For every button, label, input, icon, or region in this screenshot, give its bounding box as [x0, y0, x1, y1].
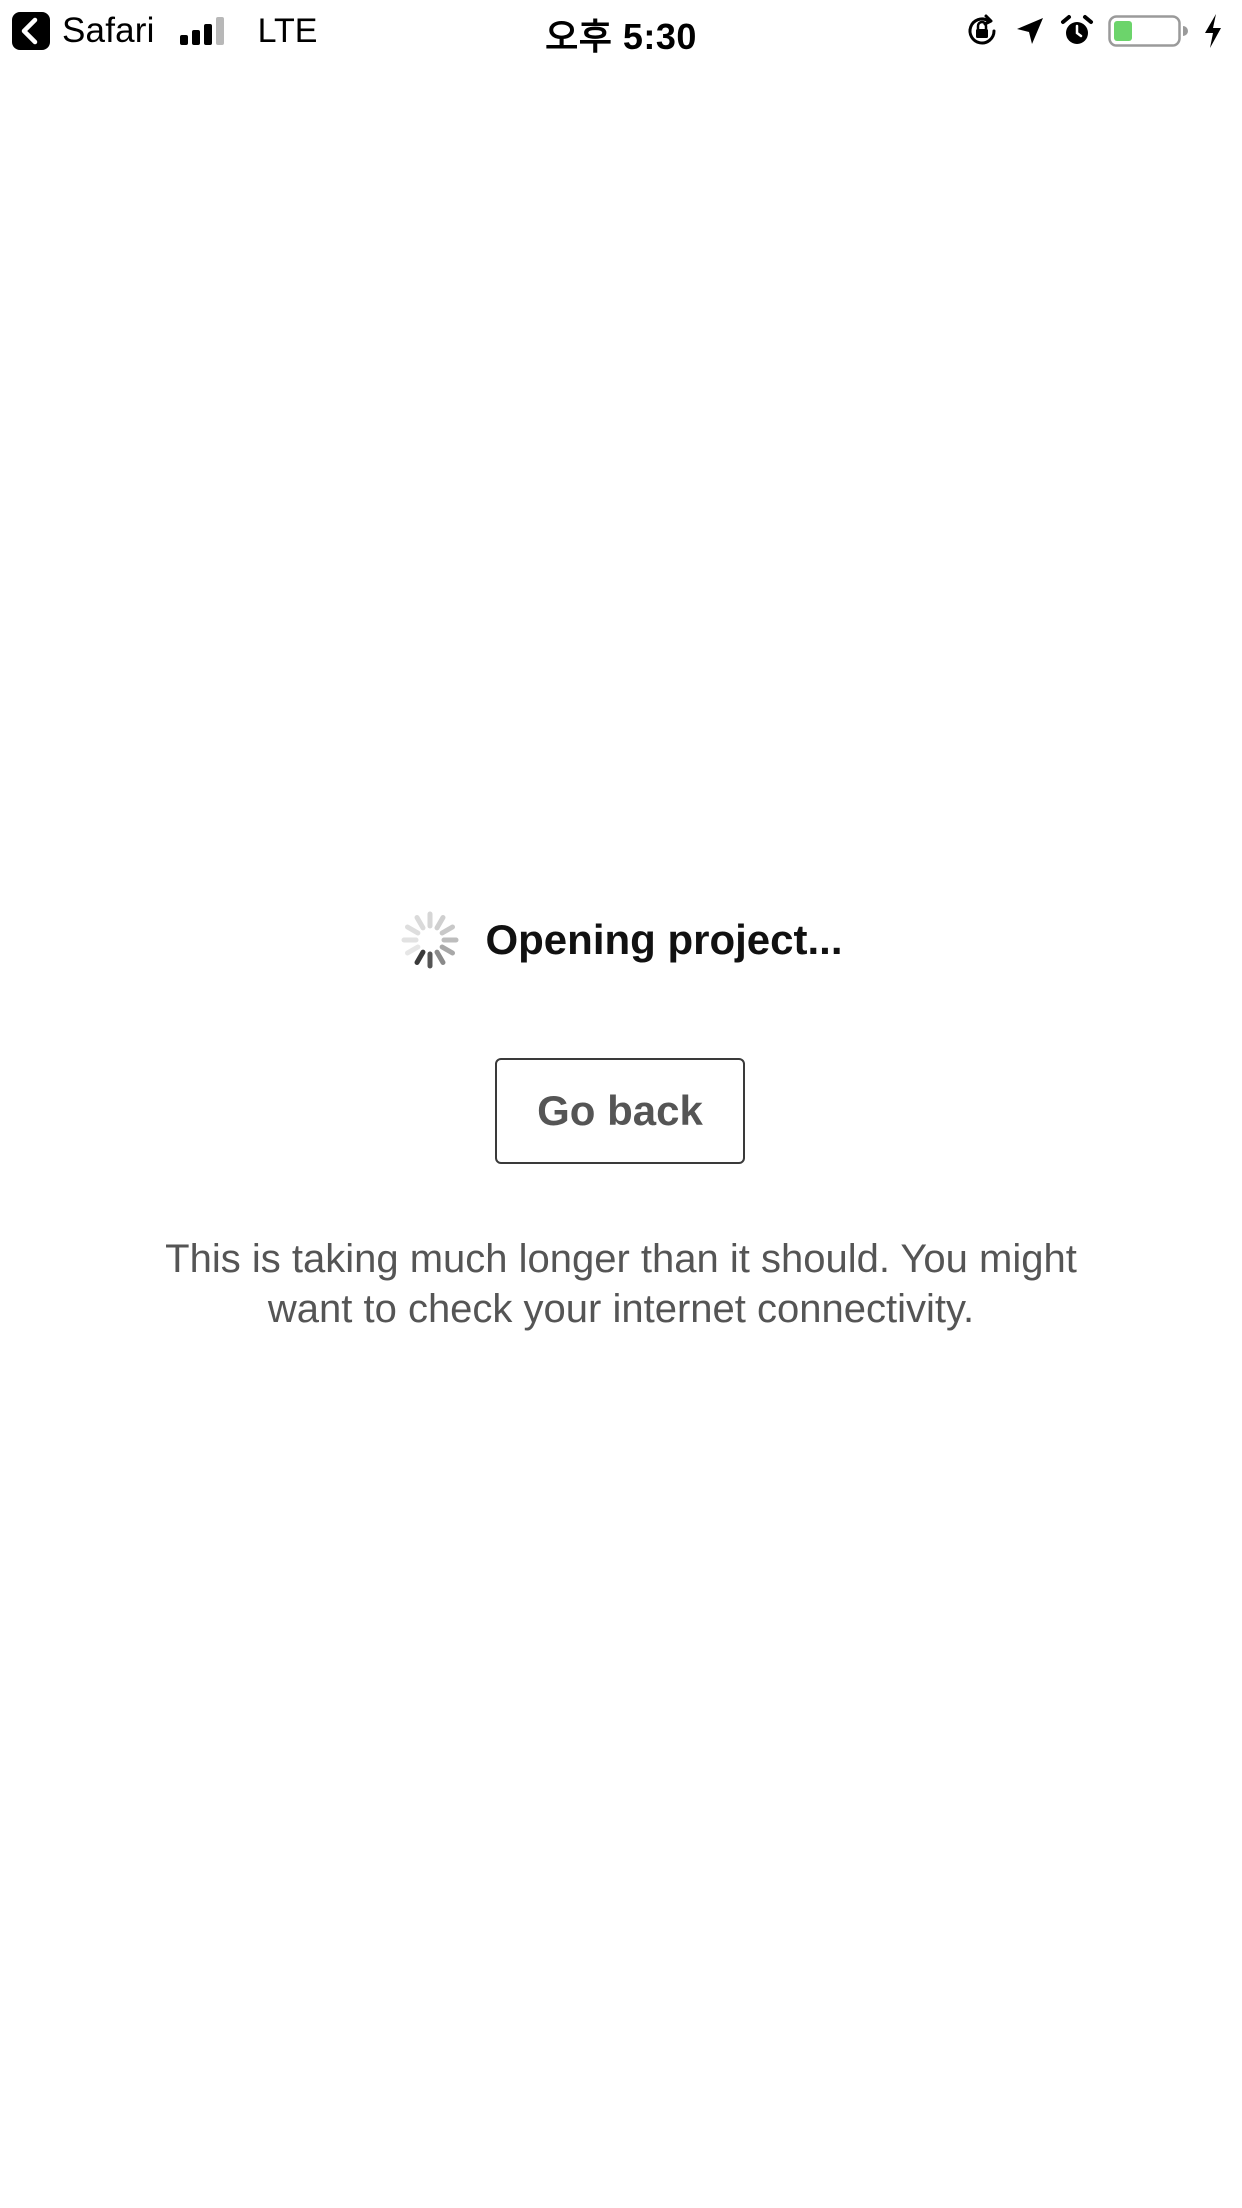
connectivity-notice: This is taking much longer than it shoul…	[165, 1237, 1077, 1331]
location-arrow-icon	[1014, 15, 1046, 47]
go-back-button[interactable]: Go back	[495, 1058, 745, 1164]
status-bar: Safari LTE 오후 5:30	[0, 0, 1242, 62]
charging-bolt-icon	[1202, 13, 1224, 49]
spinner-icon	[401, 911, 459, 969]
alarm-clock-icon	[1060, 14, 1094, 48]
rotation-lock-icon	[964, 13, 1000, 49]
status-bar-right	[950, 12, 1224, 50]
battery-icon	[1108, 13, 1188, 49]
loading-indicator: Opening project...	[0, 905, 1242, 975]
loading-message: Opening project...	[485, 916, 843, 963]
